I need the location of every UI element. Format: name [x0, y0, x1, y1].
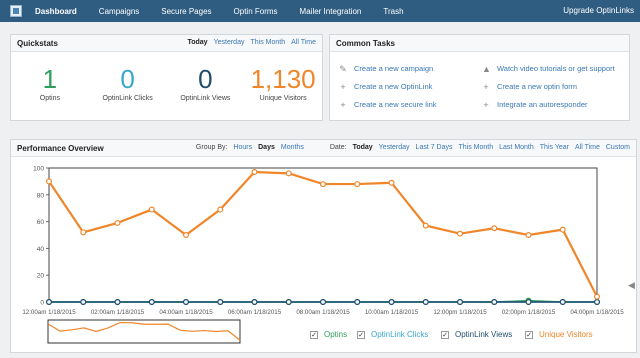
- performance-panel: Performance Overview Group By: Hours Day…: [10, 139, 637, 353]
- stat-optins: 1 Optins: [15, 64, 85, 102]
- legend-clicks-checkbox[interactable]: ✓: [357, 330, 365, 339]
- stat-unique-visitors: 1,130 Unique Visitors: [248, 64, 318, 102]
- legend-optins-checkbox[interactable]: ✓: [310, 330, 318, 339]
- date-today[interactable]: Today: [353, 144, 373, 151]
- legend-visitors-label: Unique Visitors: [539, 330, 593, 339]
- top-nav: Dashboard Campaigns Secure Pages Optin F…: [0, 0, 640, 22]
- nav-secure-pages[interactable]: Secure Pages: [161, 7, 211, 16]
- legend-views[interactable]: ✓ OptinLink Views: [441, 330, 512, 339]
- graduation-cap-icon: ▲: [482, 63, 491, 74]
- date-all-time[interactable]: All Time: [575, 144, 600, 151]
- task-new-optin-form-label: Create a new optin form: [497, 82, 578, 91]
- plus-icon: +: [483, 99, 489, 110]
- stat-optinlink-views: 0 OptinLink Views: [170, 64, 240, 102]
- stat-optins-value: 1: [42, 64, 58, 94]
- legend-views-checkbox[interactable]: ✓: [441, 330, 449, 339]
- plus-icon: +: [483, 81, 489, 92]
- task-new-campaign[interactable]: ✎ Create a new campaign: [339, 64, 433, 73]
- performance-title: Performance Overview: [17, 143, 104, 153]
- task-new-optinlink-label: Create a new OptinLink: [354, 82, 433, 91]
- plus-icon: +: [340, 81, 346, 92]
- date-yesterday[interactable]: Yesterday: [379, 144, 410, 151]
- quickstats-title: Quickstats: [17, 38, 58, 48]
- task-new-secure-link-label: Create a new secure link: [354, 100, 437, 109]
- range-this-month[interactable]: This Month: [250, 39, 285, 46]
- common-tasks-panel: Common Tasks ✎ Create a new campaign ▲ W…: [329, 34, 630, 121]
- nav-trash[interactable]: Trash: [383, 7, 403, 16]
- date-last-month[interactable]: Last Month: [499, 144, 534, 151]
- task-new-secure-link[interactable]: + Create a new secure link: [339, 99, 437, 110]
- quickstats-header: Quickstats Today Yesterday This Month Al…: [11, 35, 322, 52]
- range-all-time[interactable]: All Time: [291, 39, 316, 46]
- legend-visitors[interactable]: ✓ Unique Visitors: [525, 330, 593, 339]
- nav-mailer-integration[interactable]: Mailer Integration: [300, 7, 362, 16]
- stats-row: 1 Optins 0 OptinLink Clicks 0 OptinLink …: [11, 52, 322, 102]
- legend-views-label: OptinLink Views: [455, 330, 513, 339]
- side-share-icon[interactable]: ◀: [628, 280, 640, 294]
- date-this-month[interactable]: This Month: [459, 144, 494, 151]
- stat-views-value: 0: [198, 64, 213, 94]
- legend-optins-label: Optins: [324, 330, 348, 339]
- stat-clicks-label: OptinLink Clicks: [102, 95, 153, 102]
- edit-icon: ✎: [339, 63, 347, 74]
- task-integrate-autoresponder[interactable]: + Integrate an autoresponder: [482, 100, 587, 109]
- task-integrate-autoresponder-label: Integrate an autoresponder: [497, 100, 588, 109]
- nav-campaigns[interactable]: Campaigns: [99, 7, 139, 16]
- quickstats-range: Today Yesterday This Month All Time: [187, 39, 316, 46]
- stat-optins-label: Optins: [39, 95, 60, 102]
- task-new-optin-form[interactable]: + Create a new optin form: [482, 82, 577, 91]
- range-yesterday[interactable]: Yesterday: [214, 39, 245, 46]
- range-today[interactable]: Today: [187, 39, 207, 46]
- date-custom[interactable]: Custom: [606, 144, 630, 151]
- date-this-year[interactable]: This Year: [540, 144, 569, 151]
- legend-visitors-checkbox[interactable]: ✓: [525, 330, 533, 339]
- performance-header: Performance Overview Group By: Hours Day…: [11, 140, 636, 157]
- task-new-campaign-label: Create a new campaign: [354, 64, 434, 73]
- stat-optinlink-clicks: 0 OptinLink Clicks: [93, 64, 163, 102]
- legend-clicks-label: OptinLink Clicks: [371, 330, 429, 339]
- app-logo-icon[interactable]: [10, 5, 22, 17]
- legend-clicks[interactable]: ✓ OptinLink Clicks: [357, 330, 428, 339]
- quickstats-panel: Quickstats Today Yesterday This Month Al…: [10, 34, 323, 121]
- task-video-tutorials-label: Watch video tutorials or get support: [497, 64, 615, 73]
- date-label: Date:: [329, 144, 347, 151]
- nav-dashboard[interactable]: Dashboard: [35, 7, 77, 16]
- task-video-tutorials[interactable]: ▲ Watch video tutorials or get support: [482, 64, 615, 73]
- group-months[interactable]: Months: [281, 144, 304, 151]
- tasks-header: Common Tasks: [330, 35, 629, 52]
- stat-views-label: OptinLink Views: [180, 95, 231, 102]
- date-last-7-days[interactable]: Last 7 Days: [416, 144, 453, 151]
- upgrade-link[interactable]: Upgrade OptinLinks: [563, 6, 634, 15]
- group-days[interactable]: Days: [258, 144, 275, 151]
- group-hours[interactable]: Hours: [233, 144, 252, 151]
- stat-visitors-value: 1,130: [250, 64, 316, 94]
- task-new-optinlink[interactable]: + Create a new OptinLink: [339, 82, 432, 91]
- performance-filters: Group By: Hours Days Months Date: Today …: [196, 144, 630, 151]
- nav-optin-forms[interactable]: Optin Forms: [234, 7, 278, 16]
- tasks-title: Common Tasks: [336, 38, 395, 48]
- group-by-label: Group By:: [195, 144, 228, 151]
- plus-icon: +: [340, 99, 346, 110]
- stat-visitors-label: Unique Visitors: [259, 95, 307, 102]
- stat-clicks-value: 0: [120, 64, 135, 94]
- legend-optins[interactable]: ✓ Optins: [310, 330, 347, 339]
